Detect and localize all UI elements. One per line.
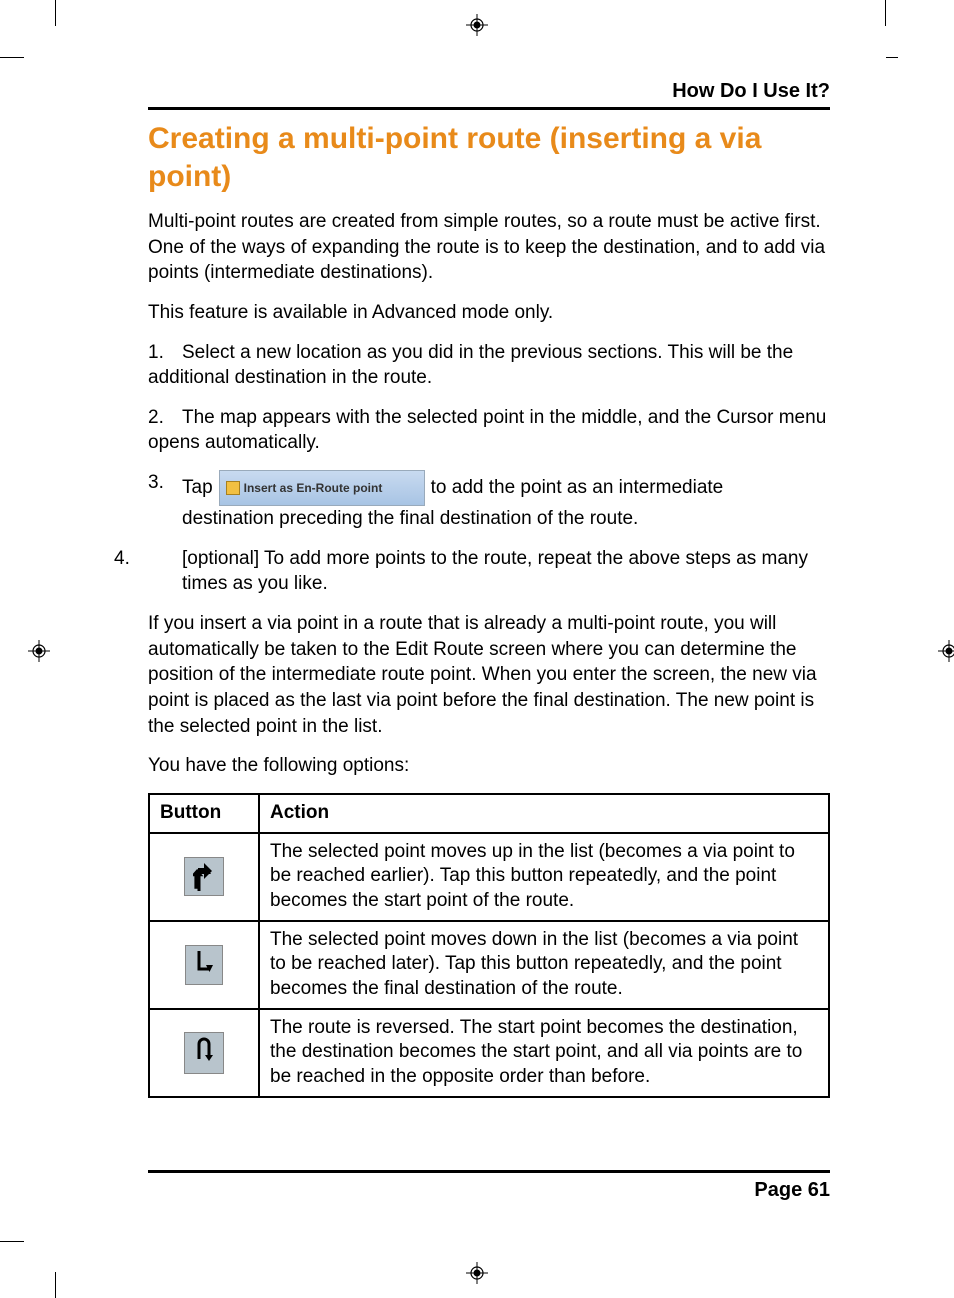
page-number: Page 61 [754, 1179, 830, 1201]
crop-mark [55, 1272, 56, 1298]
page-title: Creating a multi-point route (inserting … [148, 120, 830, 195]
step-1: 1.Select a new location as you did in th… [148, 340, 830, 391]
crop-mark [55, 0, 56, 26]
move-down-icon[interactable] [185, 945, 223, 985]
step-text: Select a new location as you did in the … [148, 342, 793, 389]
pin-icon [226, 481, 240, 495]
col-button: Button [149, 794, 259, 833]
table-row: The selected point moves down in the lis… [149, 921, 829, 1009]
action-text: The selected point moves up in the list … [259, 833, 829, 921]
reverse-icon[interactable] [184, 1032, 224, 1074]
action-text: The route is reversed. The start point b… [259, 1009, 829, 1097]
section-header: How Do I Use It? [148, 80, 830, 110]
registration-mark-icon [938, 640, 954, 662]
crop-mark [0, 1241, 24, 1242]
mode-note: This feature is available in Advanced mo… [148, 300, 830, 326]
table-row: The selected point moves up in the list … [149, 833, 829, 921]
action-text: The selected point moves down in the lis… [259, 921, 829, 1009]
crop-mark [886, 57, 898, 58]
step-text: [optional] To add more points to the rou… [182, 548, 808, 595]
explain-paragraph: If you insert a via point in a route tha… [148, 611, 830, 739]
table-row: The route is reversed. The start point b… [149, 1009, 829, 1097]
step-number: 2. [148, 405, 182, 431]
step-text: destination preceding the final destinat… [182, 506, 830, 532]
step-4: 4.[optional] To add more points to the r… [148, 546, 830, 597]
step-text: Tap [182, 475, 213, 501]
page-footer: Page 61 [148, 1170, 830, 1202]
button-label: Insert as En-Route point [244, 480, 383, 496]
move-up-icon[interactable] [184, 857, 224, 897]
crop-mark [885, 0, 886, 26]
step-number: 4. [148, 546, 182, 572]
insert-enroute-button[interactable]: Insert as En-Route point [219, 470, 425, 506]
intro-paragraph: Multi-point routes are created from simp… [148, 209, 830, 286]
crop-mark [0, 57, 24, 58]
step-text: to add the point as an intermediate [431, 475, 724, 501]
step-number: 3. [148, 470, 182, 496]
col-action: Action [259, 794, 829, 833]
step-2: 2.The map appears with the selected poin… [148, 405, 830, 456]
step-text: The map appears with the selected point … [148, 407, 826, 454]
step-number: 1. [148, 340, 182, 366]
options-table: Button Action The selected point moves u… [148, 793, 830, 1098]
registration-mark-icon [28, 640, 50, 662]
registration-mark-icon [466, 1262, 488, 1284]
table-header-row: Button Action [149, 794, 829, 833]
registration-mark-icon [466, 14, 488, 36]
step-3: 3. Tap Insert as En-Route point to add t… [148, 470, 830, 532]
options-intro: You have the following options: [148, 753, 830, 779]
